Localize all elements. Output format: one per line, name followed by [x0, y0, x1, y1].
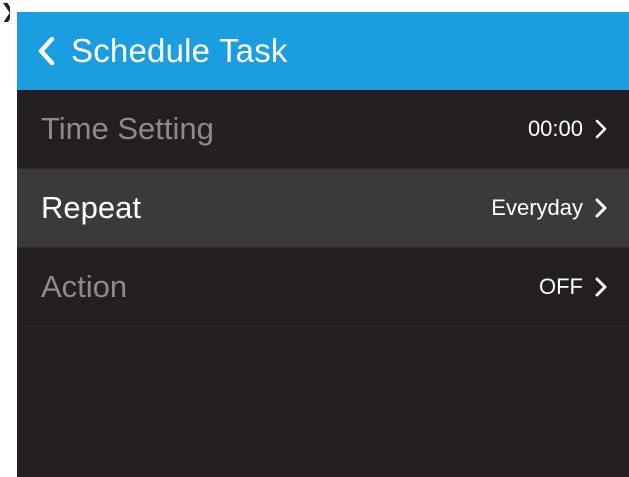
- chevron-right-icon: [595, 198, 607, 218]
- menu-row-time-setting[interactable]: Time Setting 00:00: [17, 90, 629, 169]
- chevron-right-icon: [595, 119, 607, 139]
- row-label: Time Setting: [41, 111, 214, 146]
- row-label: Action: [41, 269, 128, 304]
- chevron-left-icon: [38, 36, 55, 66]
- menu-row-repeat[interactable]: Repeat Everyday: [17, 169, 629, 248]
- row-value: OFF: [539, 274, 583, 299]
- row-value: Everyday: [491, 195, 583, 220]
- title-bar: Schedule Task: [17, 12, 629, 90]
- row-value-group: Everyday: [491, 195, 607, 221]
- device-screen: Schedule Task Time Setting 00:00 Repeat …: [17, 12, 629, 477]
- cropped-edge-glyph: ❯: [0, 2, 10, 22]
- page-title: Schedule Task: [71, 32, 288, 69]
- row-value-group: 00:00: [528, 116, 607, 142]
- chevron-right-icon: [595, 277, 607, 297]
- back-button[interactable]: [17, 12, 55, 90]
- row-value-group: OFF: [539, 274, 607, 300]
- row-value: 00:00: [527, 116, 583, 141]
- menu-row-action[interactable]: Action OFF: [17, 248, 629, 327]
- row-label: Repeat: [41, 190, 141, 225]
